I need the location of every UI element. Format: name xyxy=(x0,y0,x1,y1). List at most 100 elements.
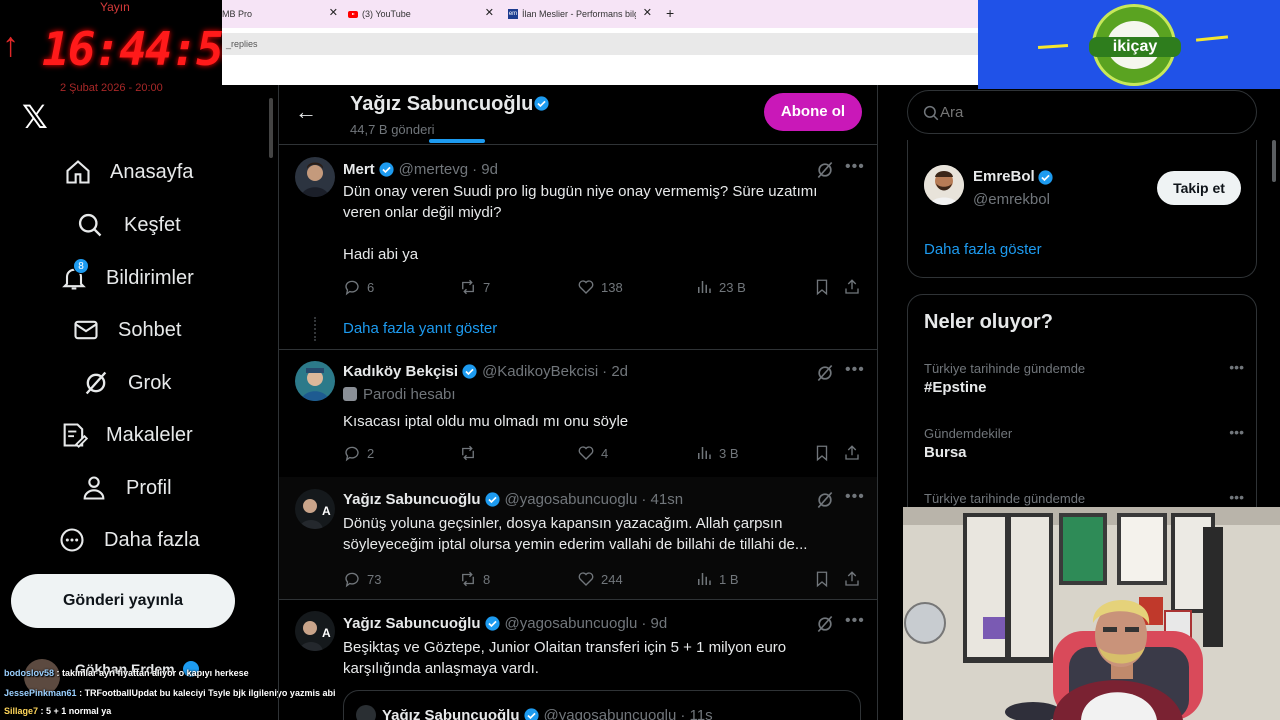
scrollbar[interactable] xyxy=(1270,140,1278,500)
chat-user: Sillage7 xyxy=(4,706,39,716)
more-icon[interactable]: ••• xyxy=(845,361,865,379)
like-button[interactable]: 138 xyxy=(577,278,623,296)
tweet[interactable]: Mert @mertevg · 9d ••• Dün onay veren Su… xyxy=(279,145,877,315)
repost-button[interactable] xyxy=(459,444,483,462)
repost-button[interactable]: 7 xyxy=(459,278,490,296)
repost-button[interactable]: 8 xyxy=(459,570,490,588)
tweet-time[interactable]: · 9d xyxy=(472,161,498,178)
trend-item[interactable]: Gündemdekiler Bursa ••• xyxy=(924,424,1244,461)
author-handle[interactable]: @KadikoyBekcisi xyxy=(482,363,598,380)
views-button[interactable]: 1 B xyxy=(695,570,739,588)
quote-card[interactable]: Yağız Sabuncuoğlu @yagosabuncuoglu · 11s xyxy=(343,690,861,720)
author-name[interactable]: Kadıköy Bekçisi xyxy=(343,363,458,380)
more-icon[interactable]: ••• xyxy=(1229,489,1244,505)
profile-header: ← Yağız Sabuncuoğlu 44,7 B gönderi Abone… xyxy=(279,85,877,145)
scrollbar-thumb[interactable] xyxy=(1272,140,1276,182)
author-handle[interactable]: @mertevg xyxy=(399,161,468,178)
avatar[interactable] xyxy=(295,361,335,401)
search-input[interactable] xyxy=(940,104,1220,121)
heart-icon xyxy=(578,446,594,460)
reply-button[interactable]: 2 xyxy=(343,444,374,462)
author-handle[interactable]: @yagosabuncuoglu xyxy=(544,707,677,720)
more-icon[interactable]: ••• xyxy=(845,158,865,176)
search-icon xyxy=(923,105,939,121)
tweet-header: Kadıköy Bekçisi @KadikoyBekcisi · 2d xyxy=(343,363,628,380)
webcam-image xyxy=(903,507,1280,720)
share-button[interactable] xyxy=(843,278,867,296)
tweet-line: karşılığında anlaşmaya vardı. xyxy=(343,660,539,677)
nav-label: Bildirimler xyxy=(106,266,194,289)
reply-button[interactable]: 6 xyxy=(343,278,374,296)
close-icon[interactable]: ✕ xyxy=(643,6,652,19)
browser-tab[interactable]: MB Pro ✕ xyxy=(222,4,338,24)
scrollbar-thumb[interactable] xyxy=(269,98,273,158)
author-name[interactable]: Yağız Sabuncuoğlu xyxy=(343,491,481,508)
suggested-name[interactable]: EmreBol xyxy=(973,168,1035,185)
nav-item-chat[interactable]: Sohbet xyxy=(72,310,181,350)
trend-item[interactable]: Türkiye tarihinde gündemde #Epstine ••• xyxy=(924,359,1244,396)
author-name[interactable]: Yağız Sabuncuoğlu xyxy=(382,707,520,720)
repost-icon xyxy=(462,445,474,461)
search-box[interactable] xyxy=(907,90,1257,134)
nav-item-articles[interactable]: Makaleler xyxy=(60,415,193,455)
bookmark-button[interactable] xyxy=(813,444,837,462)
like-button[interactable]: 244 xyxy=(577,570,623,588)
tweet-time[interactable]: · 11s xyxy=(680,707,712,720)
views-button[interactable]: 3 B xyxy=(695,444,739,462)
browser-tab[interactable]: (3) YouTube ✕ xyxy=(348,4,494,24)
browser-tab[interactable]: em İlan Meslier - Performans bilgil ✕ xyxy=(508,4,652,24)
nav-item-home[interactable]: Anasayfa xyxy=(64,152,193,192)
nav-item-grok[interactable]: Grok xyxy=(82,363,171,403)
more-icon[interactable]: ••• xyxy=(1229,359,1244,375)
tweet-time[interactable]: · 2d xyxy=(602,363,628,380)
x-logo-icon[interactable]: 𝕏 xyxy=(22,98,48,136)
close-icon[interactable]: ✕ xyxy=(485,6,494,19)
grok-icon[interactable] xyxy=(815,490,835,510)
nav-item-explore[interactable]: Keşfet xyxy=(76,205,181,245)
new-tab-icon[interactable]: + xyxy=(666,5,674,21)
like-button[interactable]: 4 xyxy=(577,444,608,462)
grok-icon[interactable] xyxy=(815,363,835,383)
tab-title: İlan Meslier - Performans bilgil xyxy=(522,9,636,19)
subscribe-button[interactable]: Abone ol xyxy=(764,93,862,131)
author-handle[interactable]: @yagosabuncuoglu xyxy=(505,491,638,508)
author-handle[interactable]: @yagosabuncuoglu xyxy=(505,615,638,632)
bookmark-button[interactable] xyxy=(813,570,837,588)
bookmark-button[interactable] xyxy=(813,278,837,296)
grok-icon[interactable] xyxy=(815,160,835,180)
trend-meta: Türkiye tarihinde gündemde xyxy=(924,361,1086,376)
views-button[interactable]: 23 B xyxy=(695,278,746,296)
show-more-replies-link[interactable]: Daha fazla yanıt göster xyxy=(343,320,497,337)
reply-icon xyxy=(345,572,359,588)
follow-button[interactable]: Takip et xyxy=(1157,171,1241,205)
reply-button[interactable]: 73 xyxy=(343,570,381,588)
verified-icon xyxy=(534,96,549,111)
post-button[interactable]: Gönderi yayınla xyxy=(11,574,235,628)
back-arrow-icon[interactable]: ← xyxy=(295,99,317,125)
avatar[interactable]: A xyxy=(295,489,335,529)
tweet-time[interactable]: · 41sn xyxy=(641,491,683,508)
brand-logo: ikiçay xyxy=(1089,4,1181,86)
grok-icon[interactable] xyxy=(815,614,835,634)
avatar[interactable] xyxy=(924,165,964,205)
scrollbar[interactable] xyxy=(266,90,276,720)
nav-item-more[interactable]: Daha fazla xyxy=(58,520,200,560)
tweet[interactable]: A Yağız Sabuncuoğlu @yagosabuncuoglu · 4… xyxy=(279,477,877,599)
share-icon xyxy=(845,445,859,460)
nav-item-profile[interactable]: Profil xyxy=(80,468,172,508)
more-icon[interactable]: ••• xyxy=(1229,424,1244,440)
more-icon[interactable]: ••• xyxy=(845,488,865,506)
author-name[interactable]: Yağız Sabuncuoğlu xyxy=(343,615,481,632)
tweet-time[interactable]: · 9d xyxy=(641,615,667,632)
author-name[interactable]: Mert xyxy=(343,161,375,178)
share-button[interactable] xyxy=(843,570,867,588)
chat-text: 5 + 1 normal ya xyxy=(46,706,112,716)
show-more-link[interactable]: Daha fazla göster xyxy=(924,241,1042,258)
address-bar[interactable]: _replies xyxy=(222,33,978,55)
share-button[interactable] xyxy=(843,444,867,462)
avatar[interactable]: A xyxy=(295,611,335,651)
avatar[interactable] xyxy=(295,157,335,197)
more-icon[interactable]: ••• xyxy=(845,612,865,630)
close-icon[interactable]: ✕ xyxy=(329,6,338,19)
suggested-handle[interactable]: @emrekbol xyxy=(973,191,1050,208)
